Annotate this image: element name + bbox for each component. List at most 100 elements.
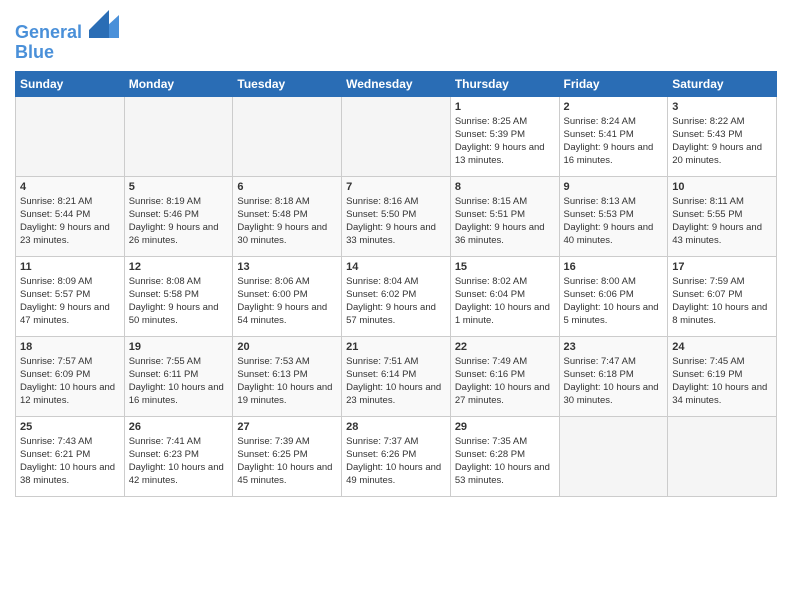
day-number: 9 (564, 181, 664, 193)
day-info: Sunrise: 8:09 AM Sunset: 5:57 PM Dayligh… (20, 275, 120, 328)
day-cell (233, 96, 342, 176)
day-info: Sunrise: 8:08 AM Sunset: 5:58 PM Dayligh… (129, 275, 229, 328)
day-cell: 24 Sunrise: 7:45 AM Sunset: 6:19 PM Dayli… (668, 336, 777, 416)
calendar-header: General Blue (15, 10, 777, 63)
day-info: Sunrise: 7:47 AM Sunset: 6:18 PM Dayligh… (564, 355, 664, 408)
header-day-wednesday: Wednesday (342, 71, 451, 96)
day-info: Sunrise: 8:11 AM Sunset: 5:55 PM Dayligh… (672, 195, 772, 248)
day-number: 19 (129, 341, 229, 353)
day-info: Sunrise: 8:15 AM Sunset: 5:51 PM Dayligh… (455, 195, 555, 248)
day-info: Sunrise: 8:22 AM Sunset: 5:43 PM Dayligh… (672, 115, 772, 168)
week-row-1: 1Sunrise: 8:25 AM Sunset: 5:39 PM Daylig… (16, 96, 777, 176)
day-info: Sunrise: 8:19 AM Sunset: 5:46 PM Dayligh… (129, 195, 229, 248)
logo-icon (89, 10, 119, 38)
day-cell (16, 96, 125, 176)
day-info: Sunrise: 7:45 AM Sunset: 6:19 PM Dayligh… (672, 355, 772, 408)
day-cell: 2 Sunrise: 8:24 AM Sunset: 5:41 PM Daylig… (559, 96, 668, 176)
day-cell: 8 Sunrise: 8:15 AM Sunset: 5:51 PM Daylig… (450, 176, 559, 256)
day-cell: 9 Sunrise: 8:13 AM Sunset: 5:53 PM Daylig… (559, 176, 668, 256)
day-number: 16 (564, 261, 664, 273)
header-day-saturday: Saturday (668, 71, 777, 96)
day-info: Sunrise: 8:00 AM Sunset: 6:06 PM Dayligh… (564, 275, 664, 328)
day-cell: 17 Sunrise: 7:59 AM Sunset: 6:07 PM Dayli… (668, 256, 777, 336)
day-number: 13 (237, 261, 337, 273)
day-info: Sunrise: 7:51 AM Sunset: 6:14 PM Dayligh… (346, 355, 446, 408)
day-cell: 7 Sunrise: 8:16 AM Sunset: 5:50 PM Daylig… (342, 176, 451, 256)
day-cell: 22Sunrise: 7:49 AM Sunset: 6:16 PM Dayli… (450, 336, 559, 416)
logo-general: General (15, 22, 82, 42)
day-number: 4 (20, 181, 120, 193)
day-number: 15 (455, 261, 555, 273)
day-info: Sunrise: 8:25 AM Sunset: 5:39 PM Dayligh… (455, 115, 555, 168)
day-cell: 21 Sunrise: 7:51 AM Sunset: 6:14 PM Dayli… (342, 336, 451, 416)
day-cell (342, 96, 451, 176)
day-number: 21 (346, 341, 446, 353)
day-number: 18 (20, 341, 120, 353)
day-cell: 16 Sunrise: 8:00 AM Sunset: 6:06 PM Dayli… (559, 256, 668, 336)
day-number: 5 (129, 181, 229, 193)
day-info: Sunrise: 8:02 AM Sunset: 6:04 PM Dayligh… (455, 275, 555, 328)
day-info: Sunrise: 8:13 AM Sunset: 5:53 PM Dayligh… (564, 195, 664, 248)
day-cell (124, 96, 233, 176)
day-number: 8 (455, 181, 555, 193)
day-number: 20 (237, 341, 337, 353)
day-number: 11 (20, 261, 120, 273)
day-info: Sunrise: 7:35 AM Sunset: 6:28 PM Dayligh… (455, 435, 555, 488)
day-info: Sunrise: 7:59 AM Sunset: 6:07 PM Dayligh… (672, 275, 772, 328)
day-cell: 25Sunrise: 7:43 AM Sunset: 6:21 PM Dayli… (16, 416, 125, 496)
day-number: 3 (672, 101, 772, 113)
day-info: Sunrise: 8:21 AM Sunset: 5:44 PM Dayligh… (20, 195, 120, 248)
day-cell: 14Sunrise: 8:04 AM Sunset: 6:02 PM Dayli… (342, 256, 451, 336)
day-number: 29 (455, 421, 555, 433)
day-number: 23 (564, 341, 664, 353)
day-number: 24 (672, 341, 772, 353)
day-cell: 12 Sunrise: 8:08 AM Sunset: 5:58 PM Dayli… (124, 256, 233, 336)
week-row-2: 4 Sunrise: 8:21 AM Sunset: 5:44 PM Daylig… (16, 176, 777, 256)
day-cell: 13 Sunrise: 8:06 AM Sunset: 6:00 PM Dayli… (233, 256, 342, 336)
day-info: Sunrise: 8:06 AM Sunset: 6:00 PM Dayligh… (237, 275, 337, 328)
header-day-thursday: Thursday (450, 71, 559, 96)
logo-blue: Blue (15, 43, 119, 63)
day-cell: 29 Sunrise: 7:35 AM Sunset: 6:28 PM Dayli… (450, 416, 559, 496)
day-cell: 10 Sunrise: 8:11 AM Sunset: 5:55 PM Dayli… (668, 176, 777, 256)
day-cell: 23 Sunrise: 7:47 AM Sunset: 6:18 PM Dayli… (559, 336, 668, 416)
week-row-5: 25Sunrise: 7:43 AM Sunset: 6:21 PM Dayli… (16, 416, 777, 496)
day-number: 28 (346, 421, 446, 433)
header-day-monday: Monday (124, 71, 233, 96)
calendar-table: SundayMondayTuesdayWednesdayThursdayFrid… (15, 71, 777, 497)
week-row-3: 11 Sunrise: 8:09 AM Sunset: 5:57 PM Dayli… (16, 256, 777, 336)
day-info: Sunrise: 7:55 AM Sunset: 6:11 PM Dayligh… (129, 355, 229, 408)
day-info: Sunrise: 8:16 AM Sunset: 5:50 PM Dayligh… (346, 195, 446, 248)
day-info: Sunrise: 8:18 AM Sunset: 5:48 PM Dayligh… (237, 195, 337, 248)
header-day-tuesday: Tuesday (233, 71, 342, 96)
day-cell: 18 Sunrise: 7:57 AM Sunset: 6:09 PM Dayli… (16, 336, 125, 416)
day-cell: 15 Sunrise: 8:02 AM Sunset: 6:04 PM Dayli… (450, 256, 559, 336)
day-info: Sunrise: 7:41 AM Sunset: 6:23 PM Dayligh… (129, 435, 229, 488)
day-info: Sunrise: 7:49 AM Sunset: 6:16 PM Dayligh… (455, 355, 555, 408)
day-number: 10 (672, 181, 772, 193)
day-cell (559, 416, 668, 496)
day-cell (668, 416, 777, 496)
day-cell: 6Sunrise: 8:18 AM Sunset: 5:48 PM Daylig… (233, 176, 342, 256)
day-info: Sunrise: 7:57 AM Sunset: 6:09 PM Dayligh… (20, 355, 120, 408)
day-number: 2 (564, 101, 664, 113)
day-number: 27 (237, 421, 337, 433)
day-info: Sunrise: 7:39 AM Sunset: 6:25 PM Dayligh… (237, 435, 337, 488)
day-number: 25 (20, 421, 120, 433)
day-info: Sunrise: 8:04 AM Sunset: 6:02 PM Dayligh… (346, 275, 446, 328)
header-day-friday: Friday (559, 71, 668, 96)
day-cell: 20Sunrise: 7:53 AM Sunset: 6:13 PM Dayli… (233, 336, 342, 416)
day-cell: 19 Sunrise: 7:55 AM Sunset: 6:11 PM Dayli… (124, 336, 233, 416)
day-number: 12 (129, 261, 229, 273)
day-cell: 27 Sunrise: 7:39 AM Sunset: 6:25 PM Dayli… (233, 416, 342, 496)
day-info: Sunrise: 8:24 AM Sunset: 5:41 PM Dayligh… (564, 115, 664, 168)
day-number: 7 (346, 181, 446, 193)
header-day-sunday: Sunday (16, 71, 125, 96)
day-info: Sunrise: 7:37 AM Sunset: 6:26 PM Dayligh… (346, 435, 446, 488)
day-number: 17 (672, 261, 772, 273)
calendar-container: General Blue SundayMondayTuesdayWednesda… (0, 0, 792, 507)
day-cell: 26Sunrise: 7:41 AM Sunset: 6:23 PM Dayli… (124, 416, 233, 496)
day-cell: 4 Sunrise: 8:21 AM Sunset: 5:44 PM Daylig… (16, 176, 125, 256)
day-cell: 11 Sunrise: 8:09 AM Sunset: 5:57 PM Dayli… (16, 256, 125, 336)
day-cell: 28 Sunrise: 7:37 AM Sunset: 6:26 PM Dayli… (342, 416, 451, 496)
